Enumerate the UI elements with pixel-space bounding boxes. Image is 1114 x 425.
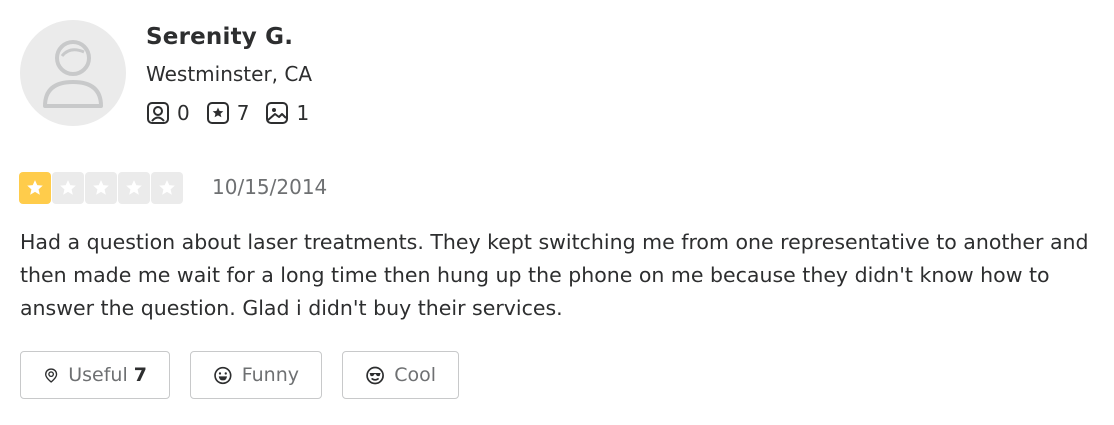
useful-button[interactable]: Useful 7: [20, 351, 170, 399]
review-star-icon: [206, 102, 229, 124]
user-location: Westminster, CA: [146, 62, 313, 86]
funny-icon: [214, 366, 232, 384]
star-icon: [27, 180, 43, 195]
useful-label: Useful: [68, 364, 128, 386]
reviews-count: 7: [236, 101, 250, 125]
friends-icon: [147, 102, 169, 124]
star-empty: [151, 172, 183, 204]
cool-button[interactable]: Cool: [342, 351, 459, 399]
useful-count: 7: [133, 364, 147, 386]
photos-count: 1: [296, 101, 310, 125]
star-icon: [60, 180, 76, 195]
cool-label: Cool: [394, 364, 436, 386]
friends-stat: 0: [146, 101, 190, 125]
star-empty: [118, 172, 150, 204]
funny-button[interactable]: Funny: [190, 351, 322, 399]
reaction-buttons: Useful 7 Funny Cool: [20, 351, 479, 399]
star-icon: [93, 180, 109, 195]
star-icon: [159, 180, 175, 195]
avatar-placeholder-icon: [43, 40, 103, 108]
useful-icon: [45, 367, 58, 383]
reviews-stat: 7: [206, 101, 250, 125]
photo-icon: [266, 102, 289, 124]
star-filled: [19, 172, 51, 204]
avatar[interactable]: [20, 20, 126, 126]
user-stats: 0 7 1: [146, 101, 325, 125]
star-icon: [126, 180, 142, 195]
star-empty: [52, 172, 84, 204]
photos-stat: 1: [265, 101, 309, 125]
cool-icon: [366, 366, 384, 384]
user-name[interactable]: Serenity G.: [146, 24, 293, 50]
star-empty: [85, 172, 117, 204]
star-rating: [19, 172, 184, 204]
review-date: 10/15/2014: [212, 175, 328, 199]
friends-count: 0: [177, 101, 190, 125]
review-text: Had a question about laser treatments. T…: [20, 230, 1089, 320]
funny-label: Funny: [241, 364, 299, 386]
